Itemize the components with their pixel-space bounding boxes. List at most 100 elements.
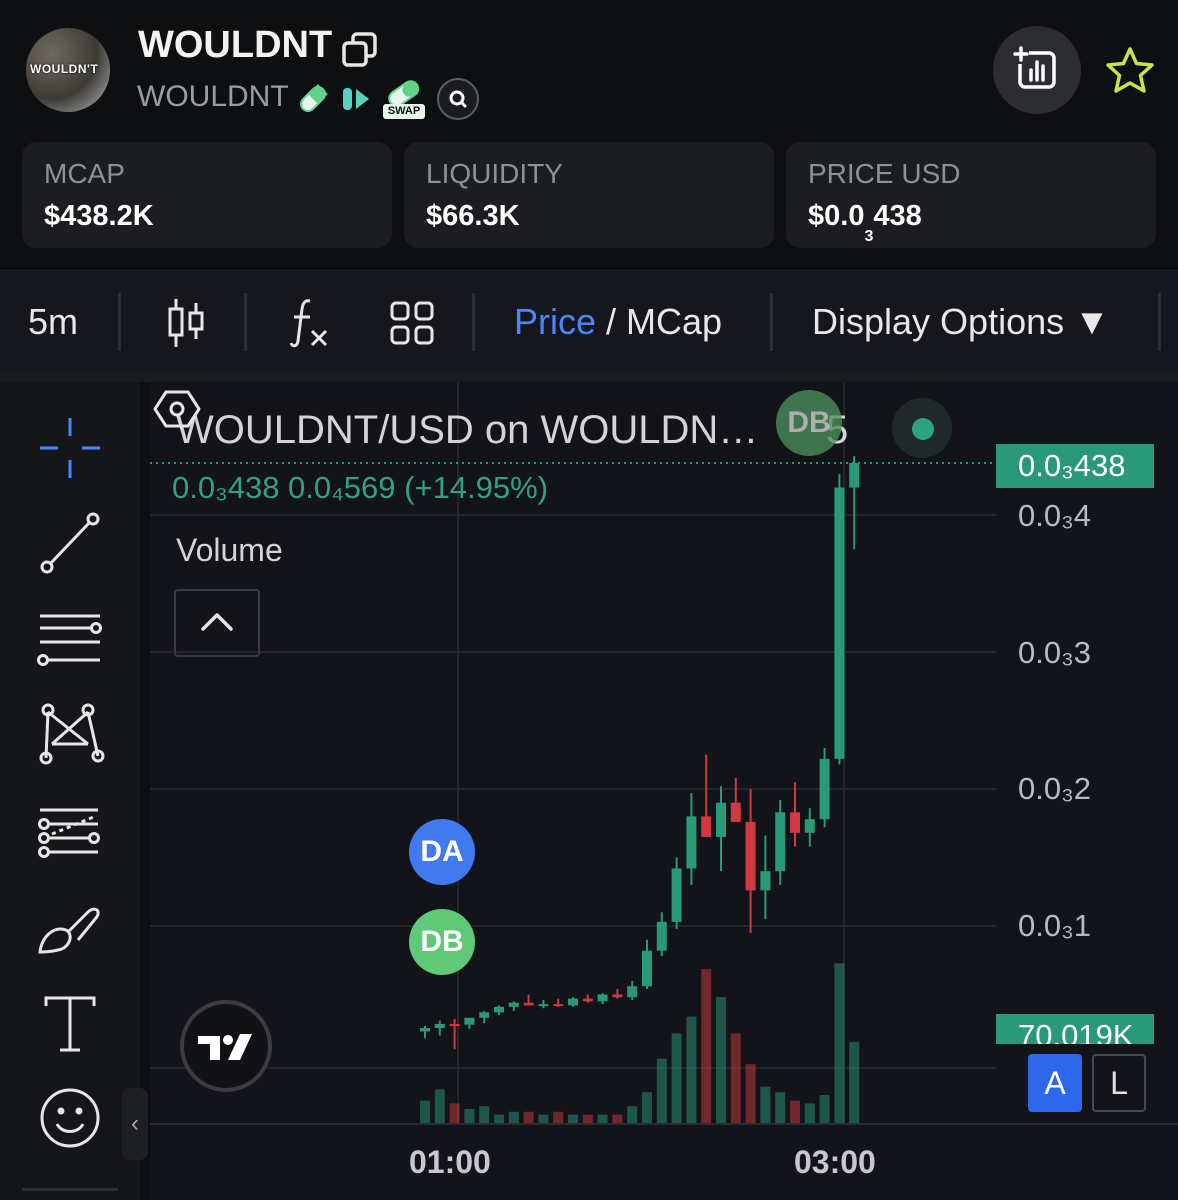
swap-badge: SWAP bbox=[383, 104, 425, 119]
token-header: WOULDN'T WOULDNT WOULDNT SWAP bbox=[0, 0, 1178, 140]
toolbar-divider bbox=[770, 293, 773, 351]
indicators-fx-icon[interactable] bbox=[288, 295, 332, 351]
auto-scale-button[interactable]: A bbox=[1028, 1054, 1082, 1112]
toolbar-divider bbox=[118, 293, 121, 351]
volume-bar bbox=[597, 1114, 608, 1123]
candle-body bbox=[434, 1023, 445, 1029]
volume-bar bbox=[420, 1100, 430, 1123]
chart-legend-title: WOULDNT/USD on WOULDN… bbox=[176, 408, 759, 452]
candlestick-type-icon[interactable] bbox=[166, 295, 206, 351]
mcap-mode-option[interactable]: MCap bbox=[626, 301, 722, 342]
x-axis-tick: 01:00 bbox=[409, 1144, 491, 1180]
token-symbol: WOULDNT bbox=[137, 80, 289, 113]
price-mcap-toggle[interactable]: Price / MCap bbox=[514, 301, 722, 343]
log-scale-button[interactable]: L bbox=[1092, 1054, 1146, 1112]
stat-value: $0.03438 bbox=[808, 200, 922, 245]
stat-label: PRICE USD bbox=[808, 158, 961, 189]
candle-body bbox=[553, 1004, 564, 1007]
y-axis-tick: 0.0₃3 bbox=[1018, 635, 1091, 670]
candle-body bbox=[508, 1002, 519, 1007]
emoji-icon[interactable] bbox=[30, 1078, 110, 1158]
chart-legend-values: 0.0₃438 0.0₄569 (+14.95%) bbox=[172, 470, 549, 505]
toolbar-divider bbox=[244, 293, 247, 351]
db-marker[interactable]: DB bbox=[409, 909, 475, 975]
candle-body bbox=[760, 871, 771, 891]
mode-separator: / bbox=[596, 301, 627, 342]
crosshair-icon[interactable] bbox=[30, 408, 110, 488]
candle-body bbox=[790, 812, 800, 833]
candle-body bbox=[464, 1017, 475, 1025]
interval-selector[interactable]: 5m bbox=[28, 301, 78, 343]
candle-body bbox=[449, 1023, 460, 1026]
chart-toolbar: 5m Price / MCap Display Options ▼ bbox=[0, 270, 1178, 372]
forecast-tool-icon[interactable] bbox=[30, 794, 110, 874]
panel-divider bbox=[0, 372, 1178, 382]
price-chart[interactable]: WOULDNT/USD on WOULDN… 5 DB 0.0₃438 0.0₄… bbox=[150, 382, 1178, 1200]
price-rest: 438 bbox=[873, 200, 922, 232]
search-button[interactable] bbox=[437, 78, 479, 120]
candle-body bbox=[701, 816, 712, 837]
stat-label: MCAP bbox=[44, 158, 125, 189]
db-marker-top[interactable]: DB bbox=[776, 390, 842, 456]
candle-body bbox=[745, 821, 756, 891]
candle-body bbox=[834, 487, 845, 759]
volume-bar bbox=[523, 1111, 534, 1123]
volume-bar bbox=[790, 1100, 800, 1123]
display-options-dropdown[interactable]: Display Options ▼ bbox=[812, 301, 1110, 343]
last-volume-tag: 70.019K bbox=[996, 1014, 1154, 1044]
volume-bar bbox=[582, 1114, 593, 1123]
price-mode-option[interactable]: Price bbox=[514, 301, 596, 342]
search-icon bbox=[449, 90, 467, 108]
candle-body bbox=[479, 1012, 490, 1018]
candle-body bbox=[804, 819, 815, 833]
stat-mcap: MCAP $438.2K bbox=[22, 142, 392, 248]
horizontal-lines-icon[interactable] bbox=[30, 600, 110, 680]
price-main: $0.0 bbox=[808, 200, 865, 232]
candle-body bbox=[538, 1004, 549, 1007]
copy-icon[interactable] bbox=[340, 30, 380, 70]
volume-bar bbox=[627, 1106, 638, 1123]
avatar-text: WOULDN'T bbox=[30, 62, 99, 76]
volume-bar bbox=[508, 1111, 519, 1123]
token-avatar: WOULDN'T bbox=[26, 28, 110, 112]
candle-body bbox=[730, 802, 741, 822]
exchange-app-icon[interactable] bbox=[342, 86, 370, 112]
trend-line-icon[interactable] bbox=[30, 504, 110, 584]
chevron-up-icon bbox=[201, 613, 233, 631]
volume-bar bbox=[568, 1114, 578, 1123]
collapse-legend-button[interactable] bbox=[174, 589, 260, 657]
stat-liquidity: LIQUIDITY $66.3K bbox=[404, 142, 774, 248]
brush-icon[interactable] bbox=[30, 890, 110, 970]
text-tool-icon[interactable] bbox=[30, 984, 110, 1064]
pattern-tool-icon[interactable] bbox=[30, 694, 110, 774]
volume-bar bbox=[834, 963, 845, 1123]
volume-bar bbox=[494, 1114, 504, 1123]
candle-body bbox=[582, 998, 593, 1002]
volume-bar bbox=[612, 1114, 623, 1123]
tradingview-logo[interactable] bbox=[180, 1000, 272, 1092]
candle-body bbox=[597, 994, 608, 1002]
y-axis-tick: 0.0₃2 bbox=[1018, 771, 1091, 806]
volume-bar bbox=[538, 1114, 549, 1123]
volume-indicator-label: Volume bbox=[176, 532, 283, 568]
volume-bar bbox=[464, 1109, 475, 1123]
sidebar-divider bbox=[22, 1188, 118, 1191]
chart-settings-icon[interactable] bbox=[150, 382, 204, 436]
layout-grid-icon[interactable] bbox=[388, 299, 436, 347]
pill-icon[interactable] bbox=[296, 82, 330, 116]
candle-body bbox=[716, 802, 726, 837]
tradingview-icon bbox=[198, 1034, 252, 1060]
volume-bar bbox=[701, 969, 712, 1123]
volume-bar bbox=[804, 1103, 815, 1123]
volume-bar bbox=[819, 1095, 830, 1123]
add-chart-button[interactable] bbox=[993, 26, 1081, 114]
candle-body bbox=[627, 986, 638, 998]
star-icon[interactable] bbox=[1100, 42, 1160, 102]
volume-bar bbox=[656, 1058, 667, 1123]
stat-value: $66.3K bbox=[426, 200, 520, 232]
volume-bar bbox=[686, 1016, 697, 1123]
collapse-sidebar-button[interactable]: ‹ bbox=[122, 1088, 148, 1160]
candle-body bbox=[656, 921, 667, 951]
da-marker[interactable]: DA bbox=[409, 819, 475, 885]
candle-body bbox=[612, 994, 623, 998]
